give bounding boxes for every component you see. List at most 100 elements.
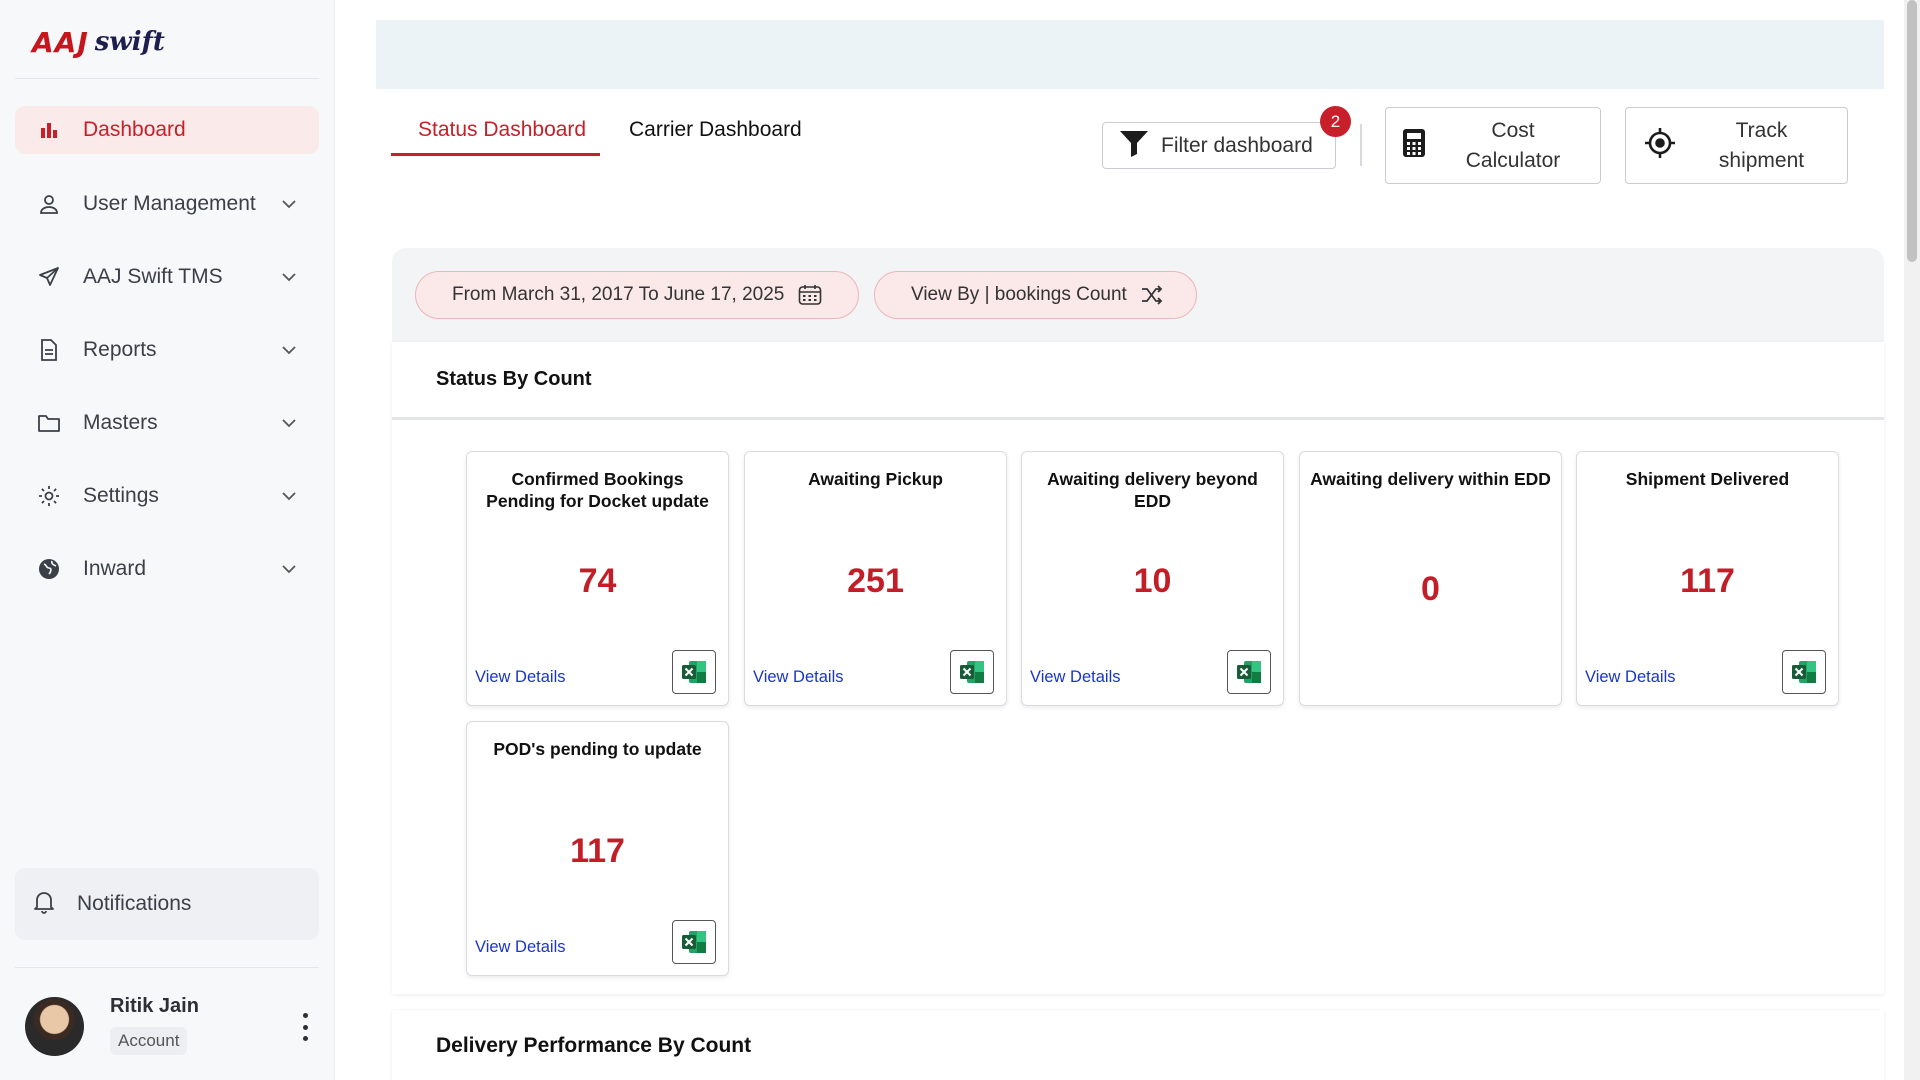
filter-icon xyxy=(1119,129,1149,162)
sidebar-item-label: Reports xyxy=(83,338,157,361)
bell-icon xyxy=(33,890,55,919)
card-title: Awaiting delivery beyond EDD xyxy=(1047,469,1258,511)
excel-export-button[interactable] xyxy=(672,650,716,694)
sidebar-item-masters[interactable]: Masters xyxy=(15,399,319,447)
status-card-awaiting-pickup: Awaiting Pickup 251 View Details xyxy=(744,451,1007,706)
card-title: Awaiting Pickup xyxy=(808,469,943,489)
sidebar: AAJ swift Dashboard User Management AAJ … xyxy=(0,0,335,1080)
more-options-icon[interactable] xyxy=(295,1013,315,1041)
excel-export-button[interactable] xyxy=(1227,650,1271,694)
sidebar-divider xyxy=(15,78,319,79)
date-range-chip[interactable]: From March 31, 2017 To June 17, 2025 xyxy=(415,271,859,319)
sidebar-item-label: AAJ Swift TMS xyxy=(83,265,223,288)
track-shipment-button[interactable]: Track shipment xyxy=(1625,107,1848,184)
gear-icon xyxy=(37,484,61,508)
status-card-confirmed-bookings: Confirmed Bookings Pending for Docket up… xyxy=(466,451,729,706)
view-details-link[interactable]: View Details xyxy=(1030,668,1120,687)
globe-icon xyxy=(37,557,61,581)
paper-plane-icon xyxy=(37,265,61,289)
view-details-link[interactable]: View Details xyxy=(475,938,565,957)
card-value: 74 xyxy=(578,562,617,600)
sidebar-item-aaj-swift-tms[interactable]: AAJ Swift TMS xyxy=(15,253,319,301)
shuffle-icon xyxy=(1141,285,1163,305)
user-name: Ritik Jain xyxy=(110,995,199,1017)
date-range-text: From March 31, 2017 To June 17, 2025 xyxy=(452,284,785,305)
active-tab-indicator xyxy=(391,153,600,156)
chevron-down-icon xyxy=(282,565,296,574)
sidebar-item-label: Masters xyxy=(83,411,158,434)
sidebar-item-settings[interactable]: Settings xyxy=(15,472,319,520)
status-card-pod-pending: POD's pending to update 117 View Details xyxy=(466,721,729,976)
sidebar-item-label: Dashboard xyxy=(83,118,186,141)
folder-icon xyxy=(37,411,61,435)
sidebar-item-label: Inward xyxy=(83,557,147,580)
logo-script: swift xyxy=(94,27,165,57)
excel-icon xyxy=(682,661,706,683)
filter-count-badge: 2 xyxy=(1320,106,1351,137)
card-value: 117 xyxy=(1680,562,1735,600)
card-title: Shipment Delivered xyxy=(1625,469,1790,489)
chevron-down-icon xyxy=(282,200,296,209)
cost-calculator-line2: Calculator xyxy=(1465,148,1561,172)
sidebar-item-reports[interactable]: Reports xyxy=(15,326,319,374)
logo-text: AAJ xyxy=(32,25,89,59)
notifications-button[interactable]: Notifications xyxy=(15,868,319,940)
card-title: POD's pending to update xyxy=(493,739,702,759)
sidebar-item-user-management[interactable]: User Management xyxy=(15,180,319,228)
excel-export-button[interactable] xyxy=(950,650,994,694)
sidebar-item-label: Settings xyxy=(83,484,159,507)
cost-calculator-button[interactable]: Cost Calculator xyxy=(1385,107,1601,184)
sidebar-item-dashboard[interactable]: Dashboard xyxy=(15,106,319,154)
document-icon xyxy=(37,338,61,362)
user-role-badge: Account xyxy=(110,1027,188,1055)
status-card-awaiting-within-edd: Awaiting delivery within EDD 0 xyxy=(1299,451,1562,706)
status-panel-title: Status By Count xyxy=(436,368,592,390)
excel-export-button[interactable] xyxy=(1782,650,1826,694)
scrollbar-thumb[interactable] xyxy=(1907,0,1917,262)
track-shipment-line2: shipment xyxy=(1718,148,1805,172)
chevron-down-icon xyxy=(282,273,296,282)
sidebar-item-label: User Management xyxy=(83,192,256,215)
card-value: 117 xyxy=(570,832,625,870)
sidebar-item-inward[interactable]: Inward xyxy=(15,545,319,593)
filter-dashboard-button[interactable]: Filter dashboard xyxy=(1102,122,1336,169)
notifications-label: Notifications xyxy=(77,892,192,915)
sidebar-divider xyxy=(15,967,319,968)
card-title: Confirmed Bookings Pending for Docket up… xyxy=(486,469,709,511)
tab-carrier-dashboard[interactable]: Carrier Dashboard xyxy=(629,118,802,158)
calculator-icon xyxy=(1402,128,1426,163)
crosshair-icon xyxy=(1644,127,1676,164)
delivery-panel-title: Delivery Performance By Count xyxy=(436,1034,752,1057)
user-profile: Ritik Jain Account xyxy=(25,995,315,1059)
excel-export-button[interactable] xyxy=(672,920,716,964)
card-value: 251 xyxy=(847,562,904,600)
calendar-icon xyxy=(798,284,822,306)
cost-calculator-label: Cost Calculator xyxy=(1426,116,1600,176)
avatar[interactable] xyxy=(25,997,84,1056)
view-details-link[interactable]: View Details xyxy=(475,668,565,687)
track-shipment-line1: Track xyxy=(1735,118,1788,142)
chevron-down-icon xyxy=(282,492,296,501)
excel-icon xyxy=(682,931,706,953)
page-scrollbar[interactable] xyxy=(1904,0,1920,1080)
cost-calculator-line1: Cost xyxy=(1491,118,1535,142)
excel-icon xyxy=(1792,661,1816,683)
status-card-awaiting-beyond-edd: Awaiting delivery beyond EDD 10 View Det… xyxy=(1021,451,1284,706)
excel-icon xyxy=(960,661,984,683)
track-shipment-label: Track shipment xyxy=(1676,116,1847,176)
status-card-shipment-delivered: Shipment Delivered 117 View Details xyxy=(1576,451,1839,706)
view-by-chip[interactable]: View By | bookings Count xyxy=(874,271,1197,319)
excel-icon xyxy=(1237,661,1261,683)
user-icon xyxy=(37,192,61,216)
card-value: 10 xyxy=(1133,562,1172,600)
view-details-link[interactable]: View Details xyxy=(753,668,843,687)
brand-logo[interactable]: AAJ swift xyxy=(32,22,165,62)
tab-status-dashboard[interactable]: Status Dashboard xyxy=(418,118,586,158)
view-details-link[interactable]: View Details xyxy=(1585,668,1675,687)
card-value: 0 xyxy=(1421,570,1440,608)
filter-dashboard-label: Filter dashboard xyxy=(1161,133,1313,157)
chevron-down-icon xyxy=(282,419,296,428)
toolbar-divider xyxy=(1360,124,1362,166)
top-banner xyxy=(376,20,1884,89)
card-title: Awaiting delivery within EDD xyxy=(1310,469,1551,489)
